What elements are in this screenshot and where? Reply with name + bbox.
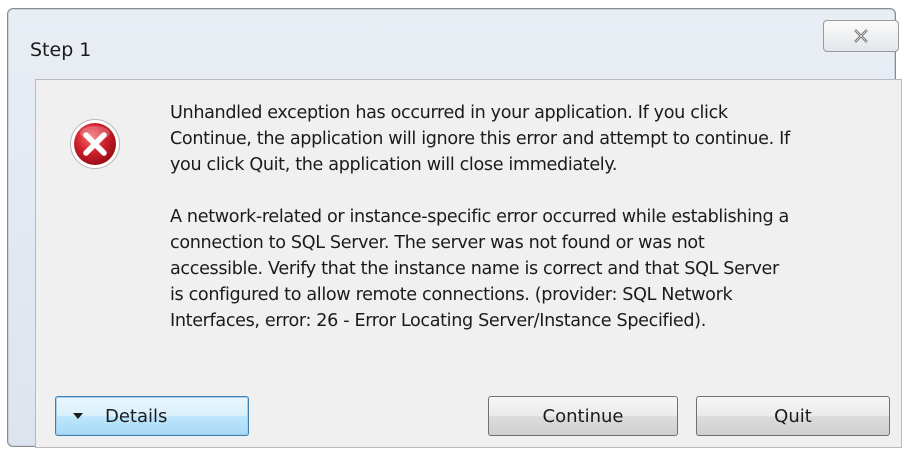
continue-label: Continue [542,405,624,427]
details-button[interactable]: Details [55,396,249,436]
detail-line: is configured to allow remote connection… [170,285,733,305]
message-line: Continue, the application will ignore th… [170,129,790,149]
error-icon [69,118,121,170]
close-icon [853,28,869,44]
quit-button[interactable]: Quit [696,396,890,436]
window-title: Step 1 [30,39,92,61]
detail-line: A network-related or instance-specific e… [170,207,789,227]
dialog-window: Step 1 Unhandled exception has occurred … [7,8,902,448]
quit-label: Quit [774,405,812,427]
close-button[interactable] [823,20,899,52]
detail-line: accessible. Verify that the instance nam… [170,259,779,279]
message-line: Unhandled exception has occurred in your… [170,103,728,123]
message-line: you click Quit, the application will clo… [170,155,618,175]
details-label: Details [105,405,168,427]
chevron-down-icon [73,413,83,419]
detail-line: Interfaces, error: 26 - Error Locating S… [170,311,706,331]
dialog-body: Unhandled exception has occurred in your… [35,79,902,448]
detail-line: connection to SQL Server. The server was… [170,233,705,253]
message-paragraph: Unhandled exception has occurred in your… [170,100,870,178]
error-message: Unhandled exception has occurred in your… [170,100,870,334]
continue-button[interactable]: Continue [488,396,678,436]
detail-paragraph: A network-related or instance-specific e… [170,204,870,334]
